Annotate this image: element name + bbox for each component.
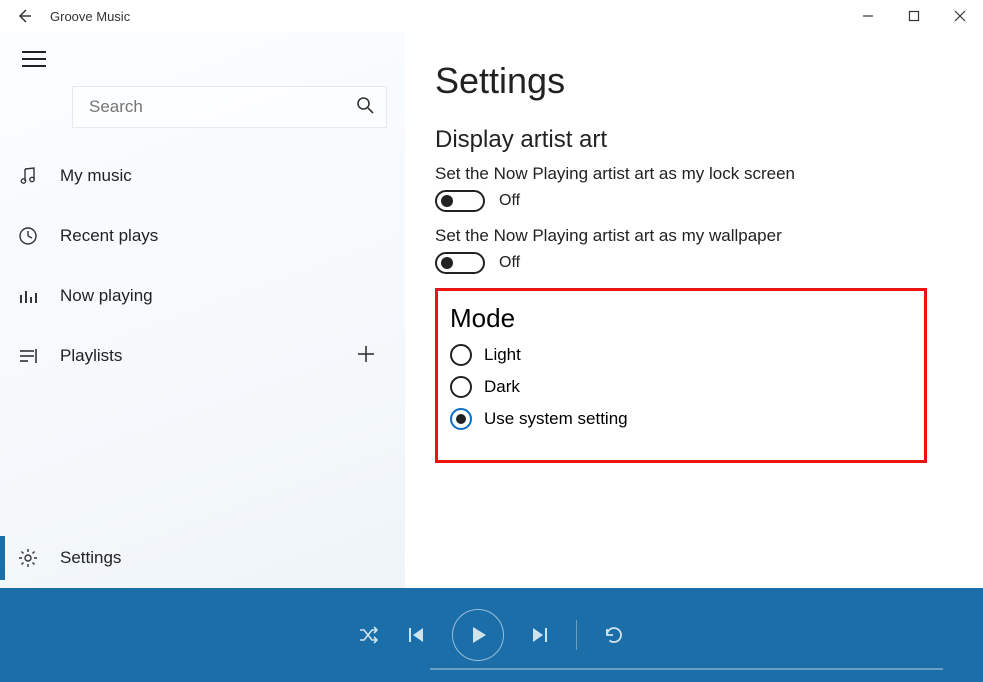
nav-playlists[interactable]: Playlists [0, 326, 405, 386]
titlebar: Groove Music [0, 0, 983, 32]
wallpaper-desc: Set the Now Playing artist art as my wal… [435, 226, 973, 246]
window-controls [845, 0, 983, 32]
wallpaper-toggle-state: Off [499, 254, 520, 272]
nav-label: Playlists [54, 346, 122, 366]
play-button[interactable] [452, 609, 504, 661]
sidebar: My music Recent plays Now playing Playli… [0, 32, 405, 588]
mode-option-light[interactable]: Light [450, 344, 908, 366]
mode-option-dark[interactable]: Dark [450, 376, 908, 398]
app-title: Groove Music [48, 9, 130, 24]
nav-label: Recent plays [54, 226, 158, 246]
music-note-icon [18, 166, 54, 186]
nav-my-music[interactable]: My music [0, 146, 405, 206]
nav-settings[interactable]: Settings [0, 528, 405, 588]
back-button[interactable] [0, 8, 48, 24]
previous-button[interactable] [406, 625, 426, 645]
lockscreen-toggle-state: Off [499, 192, 520, 210]
shuffle-button[interactable] [358, 624, 380, 646]
radio-icon [450, 408, 472, 430]
nav-list: My music Recent plays Now playing Playli… [0, 146, 405, 386]
nav-recent-plays[interactable]: Recent plays [0, 206, 405, 266]
radio-icon [450, 376, 472, 398]
close-button[interactable] [937, 0, 983, 32]
gear-icon [18, 548, 54, 568]
player-bar [0, 588, 983, 682]
mode-option-system[interactable]: Use system setting [450, 408, 908, 430]
mode-heading: Mode [450, 303, 908, 334]
search-input[interactable] [87, 96, 356, 118]
nav-label: My music [54, 166, 132, 186]
search-box[interactable] [72, 86, 387, 128]
radio-icon [450, 344, 472, 366]
next-button[interactable] [530, 625, 550, 645]
main-content: Settings Display artist art Set the Now … [405, 32, 983, 588]
radio-label: Light [484, 345, 521, 365]
page-title: Settings [435, 60, 973, 102]
lockscreen-desc: Set the Now Playing artist art as my loc… [435, 164, 973, 184]
lockscreen-toggle-row: Off [435, 190, 973, 212]
wallpaper-toggle-row: Off [435, 252, 973, 274]
maximize-button[interactable] [891, 0, 937, 32]
playlist-icon [18, 346, 54, 366]
wallpaper-toggle[interactable] [435, 252, 485, 274]
nav-now-playing[interactable]: Now playing [0, 266, 405, 326]
player-separator [576, 620, 577, 650]
minimize-button[interactable] [845, 0, 891, 32]
equalizer-icon [18, 286, 54, 306]
repeat-button[interactable] [603, 624, 625, 646]
nav-label: Now playing [54, 286, 153, 306]
progress-bar[interactable] [430, 668, 943, 670]
hamburger-button[interactable] [0, 32, 405, 78]
nav-label: Settings [54, 548, 121, 568]
search-icon[interactable] [356, 96, 374, 119]
mode-section-highlight: Mode Light Dark Use system setting [435, 288, 927, 463]
radio-label: Dark [484, 377, 520, 397]
section-artist-art-heading: Display artist art [435, 126, 973, 154]
clock-icon [18, 226, 54, 246]
lockscreen-toggle[interactable] [435, 190, 485, 212]
add-playlist-button[interactable] [357, 343, 375, 369]
radio-label: Use system setting [484, 409, 628, 429]
